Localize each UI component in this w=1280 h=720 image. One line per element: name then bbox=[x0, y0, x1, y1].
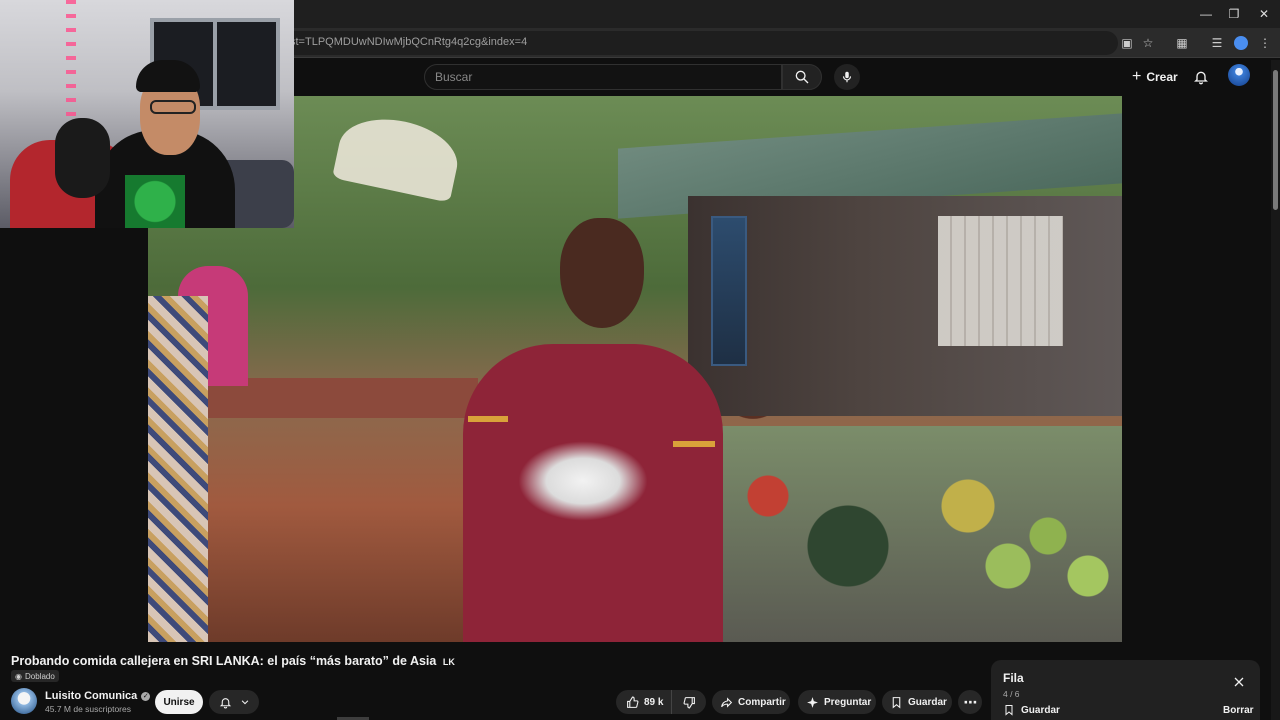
video-scene-person bbox=[148, 296, 208, 642]
search-box[interactable] bbox=[424, 64, 782, 90]
media-controls-icon[interactable]: ☰ bbox=[1207, 33, 1227, 53]
save-label: Guardar bbox=[908, 696, 947, 708]
video-scene-head bbox=[560, 218, 644, 328]
verified-icon: ✓ bbox=[141, 691, 151, 701]
share-icon bbox=[721, 696, 733, 708]
subscription-bell-button[interactable] bbox=[209, 690, 259, 714]
video-scene-umbrella bbox=[332, 109, 464, 203]
extensions-icon[interactable]: ▦ bbox=[1172, 33, 1192, 53]
webcam-shirt-print bbox=[125, 175, 185, 228]
video-scene-fridge bbox=[711, 216, 747, 366]
plus-icon: + bbox=[1132, 68, 1142, 85]
share-label: Compartir bbox=[738, 696, 786, 708]
queue-clear-button[interactable]: Borrar bbox=[1223, 705, 1254, 716]
webcam-microphone bbox=[55, 118, 110, 198]
thumbs-down-icon bbox=[683, 696, 695, 708]
create-button[interactable]: + Crear bbox=[1122, 64, 1188, 90]
like-count: 89 k bbox=[644, 696, 664, 708]
like-button[interactable]: 89 k bbox=[616, 690, 673, 714]
account-avatar[interactable] bbox=[1228, 64, 1250, 86]
share-button[interactable]: Compartir bbox=[712, 690, 790, 714]
voice-search-button[interactable] bbox=[834, 64, 860, 90]
profile-icon[interactable] bbox=[1231, 33, 1251, 53]
bell-icon bbox=[219, 697, 231, 708]
close-icon bbox=[1234, 677, 1244, 687]
more-actions-button[interactable]: ⋯ bbox=[958, 690, 982, 714]
sparkle-icon bbox=[807, 696, 818, 708]
queue-position: 4 / 6 bbox=[1003, 689, 1020, 699]
dubbed-label: Doblado bbox=[24, 671, 55, 681]
minimize-icon[interactable]: — bbox=[1196, 4, 1216, 24]
webcam-overlay bbox=[0, 0, 294, 228]
join-button[interactable]: Unirse bbox=[155, 690, 203, 714]
video-title-text: Probando comida callejera en SRI LANKA: … bbox=[11, 654, 437, 668]
thumbs-up-icon bbox=[627, 696, 639, 708]
bookmark-icon bbox=[1005, 705, 1013, 716]
ask-label: Preguntar bbox=[824, 696, 872, 708]
video-scene-fruit-stand bbox=[708, 426, 1122, 642]
webcam-glasses bbox=[150, 100, 196, 114]
queue-panel: Fila 4 / 6 Guardar Borrar bbox=[991, 660, 1260, 720]
dislike-button[interactable] bbox=[672, 690, 706, 714]
address-bar[interactable]: st=TLPQMDUwNDIwMjbQCnRtg4q2cg&index=4 bbox=[278, 31, 1118, 55]
queue-close-button[interactable] bbox=[1231, 674, 1247, 690]
notifications-button[interactable] bbox=[1188, 64, 1214, 90]
video-scene-stripe bbox=[673, 441, 715, 447]
video-title: Probando comida callejera en SRI LANKA: … bbox=[11, 654, 455, 668]
ask-button[interactable]: Preguntar bbox=[798, 690, 876, 714]
bell-icon bbox=[1194, 71, 1208, 85]
video-scene-shelf bbox=[938, 216, 1063, 346]
microphone-icon bbox=[842, 71, 852, 83]
webcam-window-frame bbox=[213, 18, 217, 110]
subscriber-count: 45.7 M de suscriptores bbox=[45, 704, 131, 714]
chevron-down-icon bbox=[241, 700, 248, 705]
bookmark-star-icon[interactable]: ☆ bbox=[1138, 33, 1158, 53]
search-icon bbox=[795, 70, 809, 84]
video-player[interactable] bbox=[148, 96, 1122, 642]
url-text: st=TLPQMDUwNDIwMjbQCnRtg4q2cg&index=4 bbox=[290, 36, 528, 48]
search-input[interactable] bbox=[425, 65, 781, 89]
scrollbar-thumb[interactable] bbox=[1273, 70, 1278, 210]
save-button[interactable]: Guardar bbox=[882, 690, 952, 714]
channel-avatar[interactable] bbox=[11, 688, 37, 714]
queue-save-button[interactable]: Guardar bbox=[1003, 704, 1060, 716]
cast-icon[interactable]: ▣ bbox=[1117, 33, 1137, 53]
more-horizontal-icon: ⋯ bbox=[963, 693, 978, 710]
channel-name-row[interactable]: Luisito Comunica ✓ bbox=[45, 690, 151, 702]
like-dislike-group: 89 k bbox=[616, 690, 706, 714]
dubbed-badge: ◉ Doblado bbox=[11, 670, 59, 682]
search-button[interactable] bbox=[782, 64, 822, 90]
create-label: Crear bbox=[1146, 70, 1178, 84]
video-scene-shirt-print bbox=[518, 441, 648, 521]
queue-save-label: Guardar bbox=[1021, 704, 1060, 716]
browser-menu-icon[interactable]: ⋮ bbox=[1255, 33, 1275, 53]
restore-icon[interactable]: ❐ bbox=[1224, 4, 1244, 24]
flag-lk: LK bbox=[442, 657, 455, 667]
queue-title: Fila bbox=[1003, 671, 1024, 685]
dubbed-icon: ◉ bbox=[15, 671, 22, 681]
video-scene-stripe bbox=[468, 416, 508, 422]
close-window-icon[interactable]: ✕ bbox=[1254, 4, 1274, 24]
bookmark-icon bbox=[892, 696, 901, 709]
channel-name: Luisito Comunica bbox=[45, 690, 138, 702]
